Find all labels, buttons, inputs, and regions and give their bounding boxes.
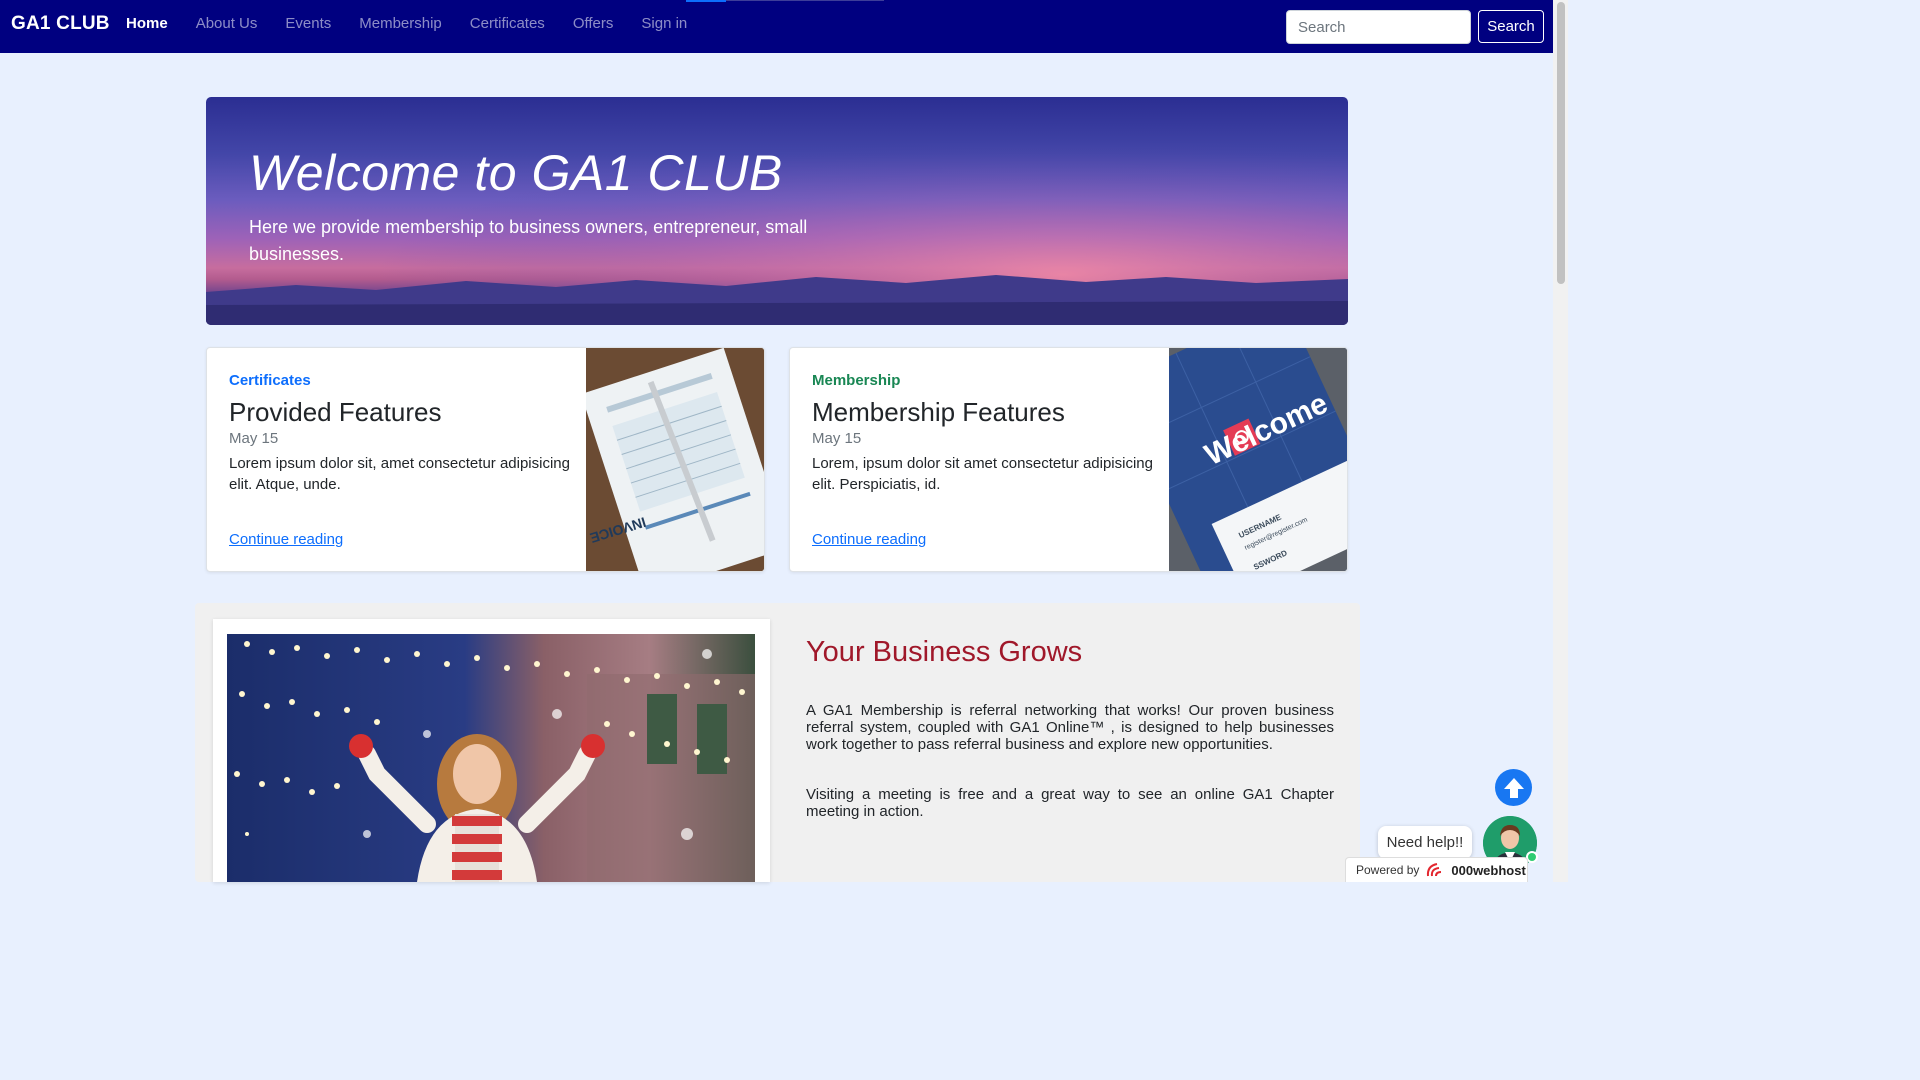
- scrollbar-thumb[interactable]: [1557, 2, 1565, 284]
- card-date: May 15: [229, 430, 279, 447]
- brand-logo[interactable]: GA1 CLUB: [11, 13, 110, 35]
- continue-reading-link[interactable]: Continue reading: [229, 531, 343, 548]
- card-text: Lorem ipsum dolor sit, amet consectetur …: [229, 455, 570, 493]
- hero-sky-image: [206, 97, 1348, 325]
- nav-link-certificates[interactable]: Certificates: [470, 15, 545, 32]
- arrow-up-circle-icon: [1503, 777, 1524, 798]
- help-bubble[interactable]: Need help!!: [1378, 826, 1472, 859]
- nav-progress-accent: [686, 0, 726, 2]
- scroll-to-top-button[interactable]: [1495, 769, 1532, 806]
- webhost-logo-icon: [1427, 863, 1442, 877]
- nav-link-home[interactable]: Home: [126, 15, 168, 32]
- search-button[interactable]: Search: [1478, 10, 1544, 43]
- continue-reading-link[interactable]: Continue reading: [812, 531, 926, 548]
- card-membership: Membership Membership Features May 15 Lo…: [789, 347, 1348, 572]
- invoice-image: INVOICE: [586, 348, 764, 571]
- powered-by-label: Powered by: [1356, 863, 1420, 877]
- feature-paragraph-1: A GA1 Membership is referral networking …: [806, 702, 1334, 753]
- powered-by-badge[interactable]: Powered by 000webhost: [1345, 857, 1528, 882]
- feature-title: Your Business Grows: [806, 636, 1083, 668]
- nav-link-membership[interactable]: Membership: [359, 15, 442, 32]
- search-input[interactable]: [1286, 10, 1471, 44]
- powered-by-brand: 000webhost: [1451, 862, 1526, 878]
- card-title: Membership Features: [812, 397, 1065, 427]
- nav-link-offers[interactable]: Offers: [573, 15, 614, 32]
- nav-link-about-us[interactable]: About Us: [196, 15, 258, 32]
- hero-subtitle: Here we provide membership to business o…: [249, 217, 808, 264]
- nav-link-sign-in[interactable]: Sign in: [641, 15, 687, 32]
- card-date: May 15: [812, 430, 862, 447]
- card-certificates: Certificates Provided Features May 15 Lo…: [206, 347, 765, 572]
- hero-title: Welcome to GA1 CLUB: [249, 145, 783, 201]
- card-category: Membership: [812, 372, 901, 389]
- top-navbar: GA1 CLUB Home About Us Events Membership…: [0, 0, 1553, 53]
- card-text: Lorem, ipsum dolor sit amet consectetur …: [812, 455, 1153, 493]
- nav-progress-track: [726, 0, 884, 1]
- woman-snow-photo: [227, 634, 755, 882]
- card-category: Certificates: [229, 372, 311, 389]
- nav-links: Home About Us Events Membership Certific…: [126, 15, 715, 32]
- page-scrollbar[interactable]: [1553, 0, 1568, 882]
- welcome-login-image: USERNAME register@register.com SSWORD We…: [1169, 348, 1347, 571]
- feature-paragraph-2: Visiting a meeting is free and a great w…: [806, 786, 1334, 820]
- card-title: Provided Features: [229, 397, 442, 427]
- nav-link-events[interactable]: Events: [285, 15, 331, 32]
- hero-banner: [206, 97, 1348, 325]
